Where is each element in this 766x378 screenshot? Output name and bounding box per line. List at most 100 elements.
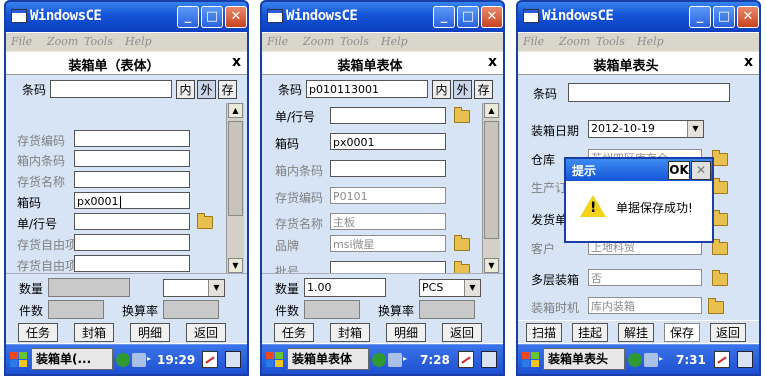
connection-icon[interactable] xyxy=(132,353,146,367)
pieces-input[interactable] xyxy=(48,300,104,319)
minimize-button[interactable]: _ xyxy=(177,6,199,28)
conversion-rate-input[interactable] xyxy=(163,300,219,319)
folder-icon[interactable] xyxy=(712,178,728,194)
chevron-down-icon[interactable]: ▼ xyxy=(208,280,224,296)
switch-window-icon[interactable] xyxy=(481,351,497,368)
scroll-thumb[interactable] xyxy=(484,121,499,239)
input-panel-icon[interactable] xyxy=(458,351,474,368)
close-window-button[interactable]: ✕ xyxy=(737,6,759,28)
input-panel-icon[interactable] xyxy=(202,351,218,368)
seal-box-button[interactable]: 封箱 xyxy=(330,323,370,342)
menu-file[interactable]: File xyxy=(523,35,544,48)
dialog-ok-button[interactable]: OK xyxy=(668,161,690,180)
barcode-input[interactable] xyxy=(50,80,172,98)
menu-help[interactable]: Help xyxy=(637,35,664,48)
folder-icon[interactable] xyxy=(712,210,728,226)
unit-select[interactable]: ▼ xyxy=(163,279,225,297)
details-button[interactable]: 明细 xyxy=(130,323,170,342)
menu-tools[interactable]: Tools xyxy=(596,35,625,48)
quantity-input[interactable]: 1.00 xyxy=(304,278,386,297)
order-line-input[interactable] xyxy=(330,107,446,124)
scroll-thumb[interactable] xyxy=(228,121,243,216)
chevron-down-icon[interactable]: ▼ xyxy=(464,280,480,296)
save-button[interactable]: 保存 xyxy=(664,323,700,342)
task-button[interactable]: 任务 xyxy=(18,323,58,342)
close-window-button[interactable]: ✕ xyxy=(225,6,247,28)
maximize-button[interactable]: □ xyxy=(201,6,223,28)
vertical-scrollbar[interactable]: ▲ ▼ xyxy=(226,103,244,273)
scroll-up-icon[interactable]: ▲ xyxy=(484,103,499,118)
free-item-input-2[interactable] xyxy=(74,255,190,272)
folder-icon[interactable] xyxy=(712,270,728,286)
folder-icon[interactable] xyxy=(454,107,470,123)
inventory-name-input[interactable] xyxy=(74,171,190,188)
menu-tools[interactable]: Tools xyxy=(84,35,113,48)
order-line-input[interactable] xyxy=(74,213,190,230)
network-icon[interactable] xyxy=(372,353,386,367)
box-code-input[interactable]: px0001 xyxy=(330,133,446,150)
conversion-rate-input[interactable] xyxy=(419,300,475,319)
network-icon[interactable] xyxy=(628,353,642,367)
start-icon[interactable] xyxy=(10,352,28,368)
seal-box-button[interactable]: 封箱 xyxy=(74,323,114,342)
packing-timing-input[interactable]: 库内装箱 xyxy=(588,297,702,314)
start-icon[interactable] xyxy=(522,352,540,368)
box-code-input[interactable]: px0001 xyxy=(74,192,190,209)
details-button[interactable]: 明细 xyxy=(386,323,426,342)
mode-stock-button[interactable]: 存 xyxy=(218,80,237,99)
close-window-button[interactable]: ✕ xyxy=(481,6,503,28)
scroll-down-icon[interactable]: ▼ xyxy=(484,258,499,273)
input-panel-icon[interactable] xyxy=(714,351,730,368)
back-button[interactable]: 返回 xyxy=(186,323,226,342)
folder-icon[interactable] xyxy=(197,213,213,229)
menu-zoom[interactable]: Zoom xyxy=(559,35,590,48)
menu-file[interactable]: File xyxy=(11,35,32,48)
app-close-button[interactable]: x xyxy=(744,54,753,70)
back-button[interactable]: 返回 xyxy=(442,323,482,342)
resume-button[interactable]: 解挂 xyxy=(618,323,654,342)
vertical-scrollbar[interactable]: ▲ ▼ xyxy=(482,103,500,273)
task-item[interactable]: 装箱单表体 xyxy=(287,348,369,370)
back-button[interactable]: 返回 xyxy=(710,323,746,342)
folder-icon[interactable] xyxy=(454,235,470,251)
folder-icon[interactable] xyxy=(712,150,728,166)
quantity-input[interactable] xyxy=(48,278,130,297)
folder-icon[interactable] xyxy=(708,298,724,314)
suspend-button[interactable]: 挂起 xyxy=(572,323,608,342)
network-icon[interactable] xyxy=(116,353,130,367)
title-bar[interactable]: WindowsCE _ □ ✕ xyxy=(4,0,249,32)
barcode-input[interactable] xyxy=(568,83,730,102)
connection-icon[interactable] xyxy=(388,353,402,367)
mode-outer-button[interactable]: 外 xyxy=(197,80,216,99)
menu-tools[interactable]: Tools xyxy=(340,35,369,48)
task-item[interactable]: 装箱单(... xyxy=(31,348,113,370)
scroll-down-icon[interactable]: ▼ xyxy=(228,258,243,273)
chevron-down-icon[interactable]: ▼ xyxy=(687,121,703,137)
brand-input[interactable]: msi微星 xyxy=(330,235,446,252)
tray-arrow-icon[interactable]: ▸ xyxy=(659,354,663,363)
barcode-input[interactable]: p010113001 xyxy=(306,80,428,98)
menu-help[interactable]: Help xyxy=(381,35,408,48)
minimize-button[interactable]: _ xyxy=(433,6,455,28)
free-item-input-1[interactable] xyxy=(74,234,190,251)
mode-outer-button[interactable]: 外 xyxy=(453,80,472,99)
menu-file[interactable]: File xyxy=(267,35,288,48)
title-bar[interactable]: WindowsCE _ □ ✕ xyxy=(260,0,505,32)
scroll-up-icon[interactable]: ▲ xyxy=(228,103,243,118)
switch-window-icon[interactable] xyxy=(737,351,753,368)
start-icon[interactable] xyxy=(266,352,284,368)
menu-zoom[interactable]: Zoom xyxy=(303,35,334,48)
connection-icon[interactable] xyxy=(644,353,658,367)
inner-barcode-input[interactable] xyxy=(74,150,190,167)
pieces-input[interactable] xyxy=(304,300,360,319)
maximize-button[interactable]: □ xyxy=(713,6,735,28)
tray-arrow-icon[interactable]: ▸ xyxy=(403,354,407,363)
task-button[interactable]: 任务 xyxy=(274,323,314,342)
minimize-button[interactable]: _ xyxy=(689,6,711,28)
multilayer-packing-input[interactable]: 否 xyxy=(588,269,702,286)
menu-zoom[interactable]: Zoom xyxy=(47,35,78,48)
title-bar[interactable]: WindowsCE _ □ ✕ xyxy=(516,0,761,32)
inventory-code-input[interactable]: P0101 xyxy=(330,187,446,204)
mode-inner-button[interactable]: 内 xyxy=(176,80,195,99)
packing-date-select[interactable]: 2012-10-19 ▼ xyxy=(588,120,704,138)
